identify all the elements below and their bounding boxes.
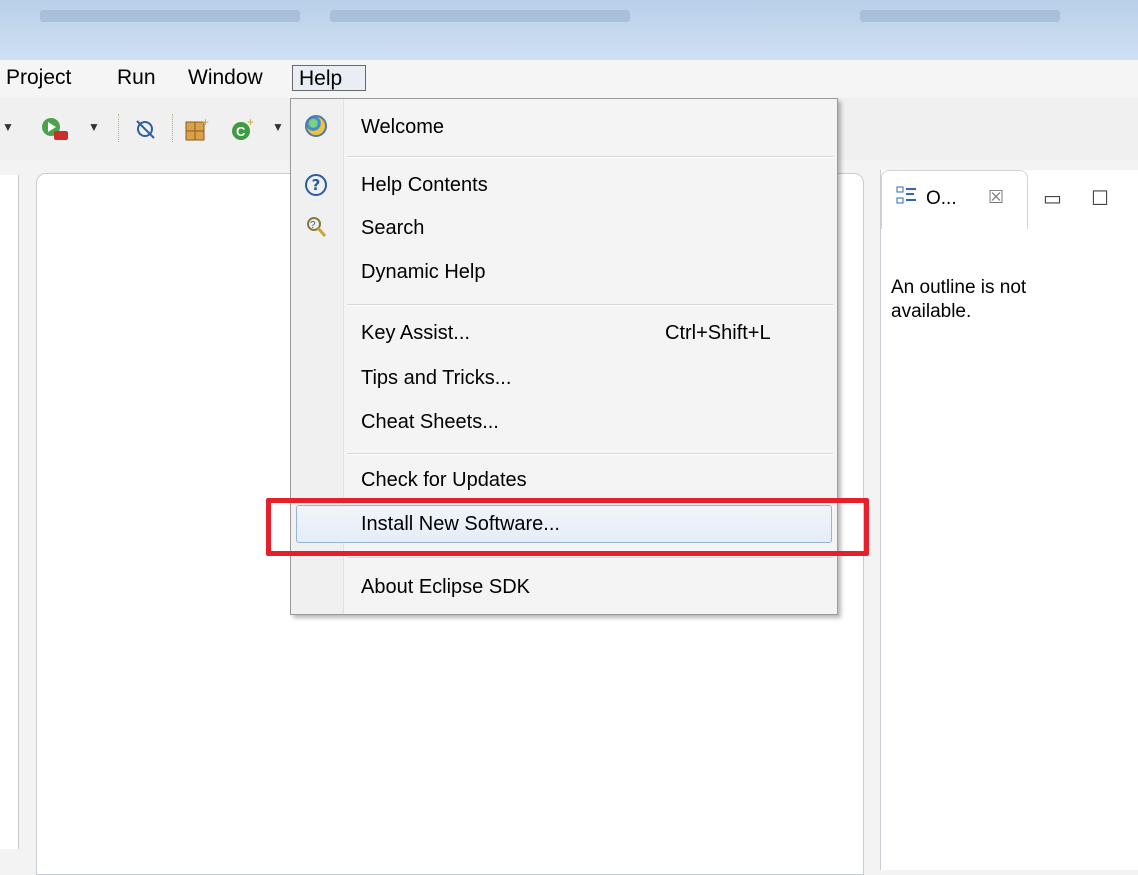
dropdown-arrow-icon[interactable]: ▼ xyxy=(2,120,14,134)
blurred-title-text-3 xyxy=(860,10,1060,22)
menu-item-about-eclipse-sdk[interactable]: About Eclipse SDK xyxy=(291,568,835,606)
toolbar-separator-2 xyxy=(172,114,173,142)
svg-text:+: + xyxy=(247,116,254,129)
maximize-icon[interactable]: ☐ xyxy=(1091,186,1109,211)
menu-item-welcome[interactable]: Welcome xyxy=(291,108,835,146)
outline-icon xyxy=(896,185,918,213)
menu-separator-2 xyxy=(347,304,833,306)
outline-panel: O... ☒ ▭ ☐ An outline is not available. xyxy=(880,170,1138,870)
welcome-icon xyxy=(303,113,329,139)
menu-item-cheat-sheets[interactable]: Cheat Sheets... xyxy=(291,403,835,441)
menu-item-label: Tips and Tricks... xyxy=(361,367,512,389)
menu-separator-4 xyxy=(347,557,833,559)
left-view-edge xyxy=(0,175,19,849)
new-class-icon[interactable]: C + xyxy=(228,115,258,151)
menu-item-label: About Eclipse SDK xyxy=(361,576,530,598)
help-icon: ? xyxy=(303,171,329,197)
menu-item-label: Search xyxy=(361,217,425,239)
minimize-icon[interactable]: ▭ xyxy=(1043,186,1062,211)
toggle-breakpoint-icon[interactable] xyxy=(132,116,160,151)
menu-item-dynamic-help[interactable]: Dynamic Help xyxy=(291,253,835,291)
close-icon[interactable]: ☒ xyxy=(988,187,1004,208)
menu-item-key-assist[interactable]: Key Assist... Ctrl+Shift+L xyxy=(291,314,835,352)
outline-message: An outline is not available. xyxy=(891,277,1027,322)
search-help-icon: ? xyxy=(303,214,329,240)
toolbar-separator xyxy=(118,114,119,142)
svg-text:C: C xyxy=(236,124,246,139)
menu-window[interactable]: Window xyxy=(182,65,269,91)
menu-item-search[interactable]: ? Search xyxy=(291,209,835,247)
menu-item-check-for-updates[interactable]: Check for Updates xyxy=(291,461,835,499)
svg-text:?: ? xyxy=(310,220,316,231)
menu-item-label: Help Contents xyxy=(361,174,488,196)
menu-item-label: Cheat Sheets... xyxy=(361,411,499,433)
window-titlebar xyxy=(0,0,1138,61)
blurred-title-text-2 xyxy=(330,10,630,22)
menu-run[interactable]: Run xyxy=(111,65,162,91)
menu-help[interactable]: Help xyxy=(292,65,366,91)
menu-bar: Project Run Window Help xyxy=(0,60,1138,99)
menu-item-label: Dynamic Help xyxy=(361,261,486,283)
menu-item-help-contents[interactable]: ? Help Contents xyxy=(291,166,835,204)
menu-item-tips-and-tricks[interactable]: Tips and Tricks... xyxy=(291,359,835,397)
menu-separator-3 xyxy=(347,453,833,455)
menu-item-shortcut: Ctrl+Shift+L xyxy=(665,322,771,344)
svg-text:+: + xyxy=(202,116,209,129)
blurred-title-text xyxy=(40,10,300,22)
run-dropdown-icon[interactable] xyxy=(40,116,74,151)
run-dropdown-arrow-icon[interactable]: ▼ xyxy=(88,120,100,134)
menu-item-label: Welcome xyxy=(361,116,444,138)
outline-tab-label: O... xyxy=(926,188,957,209)
menu-item-label: Check for Updates xyxy=(361,469,527,491)
new-package-icon[interactable]: + xyxy=(182,115,212,151)
menu-separator xyxy=(347,156,833,158)
new-class-dropdown-arrow-icon[interactable]: ▼ xyxy=(272,120,284,134)
outline-tab[interactable]: O... ☒ xyxy=(881,170,1028,229)
menu-project[interactable]: Project xyxy=(0,65,77,91)
highlight-annotation-box xyxy=(266,498,869,556)
menu-item-label: Key Assist... xyxy=(361,322,470,344)
